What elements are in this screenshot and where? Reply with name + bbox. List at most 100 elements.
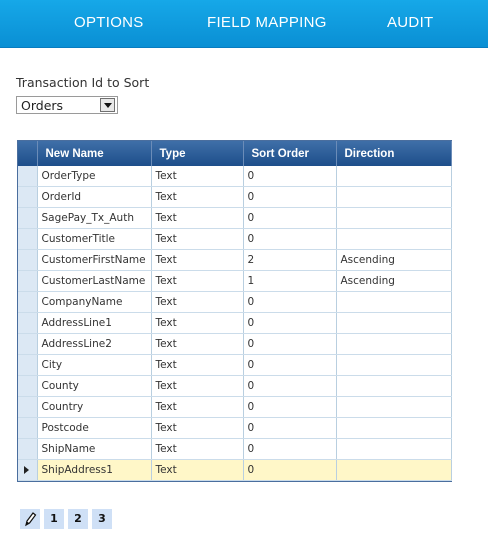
cell-sort-order[interactable]: 2 bbox=[243, 249, 337, 271]
cell-direction[interactable] bbox=[336, 291, 452, 313]
row-selector[interactable] bbox=[18, 417, 38, 439]
cell-new-name[interactable]: SagePay_Tx_Auth bbox=[37, 207, 152, 229]
cell-direction[interactable] bbox=[336, 354, 452, 376]
cell-direction[interactable] bbox=[336, 375, 452, 397]
cell-direction[interactable] bbox=[336, 312, 452, 334]
cell-type[interactable]: Text bbox=[151, 375, 244, 397]
row-selector[interactable] bbox=[18, 375, 38, 397]
cell-type[interactable]: Text bbox=[151, 228, 244, 250]
table-row[interactable]: County Text 0 bbox=[18, 375, 452, 397]
cell-new-name[interactable]: CompanyName bbox=[37, 291, 152, 313]
cell-type[interactable]: Text bbox=[151, 417, 244, 439]
row-selector[interactable] bbox=[18, 438, 38, 460]
cell-new-name[interactable]: Country bbox=[37, 396, 152, 418]
cell-direction[interactable] bbox=[336, 207, 452, 229]
cell-type[interactable]: Text bbox=[151, 333, 244, 355]
cell-direction[interactable]: Ascending bbox=[336, 249, 452, 271]
cell-direction[interactable] bbox=[336, 166, 452, 187]
cell-sort-order[interactable]: 0 bbox=[243, 228, 337, 250]
cell-new-name[interactable]: CustomerFirstName bbox=[37, 249, 152, 271]
cell-new-name[interactable]: City bbox=[37, 354, 152, 376]
cell-direction[interactable] bbox=[336, 459, 452, 481]
row-selector[interactable] bbox=[18, 396, 38, 418]
table-row[interactable]: SagePay_Tx_Auth Text 0 bbox=[18, 207, 452, 229]
chevron-down-icon[interactable] bbox=[100, 98, 115, 112]
cell-direction[interactable] bbox=[336, 417, 452, 439]
table-row[interactable]: AddressLine1 Text 0 bbox=[18, 312, 452, 334]
cell-new-name[interactable]: Postcode bbox=[37, 417, 152, 439]
table-row[interactable]: CustomerLastName Text 1 Ascending bbox=[18, 270, 452, 292]
cell-type[interactable]: Text bbox=[151, 396, 244, 418]
cell-new-name[interactable]: County bbox=[37, 375, 152, 397]
row-selector[interactable] bbox=[18, 228, 38, 250]
cell-sort-order[interactable]: 1 bbox=[243, 270, 337, 292]
row-selector[interactable] bbox=[18, 291, 38, 313]
cell-sort-order[interactable]: 0 bbox=[243, 354, 337, 376]
row-selector[interactable] bbox=[18, 354, 38, 376]
cell-sort-order[interactable]: 0 bbox=[243, 417, 337, 439]
row-selector[interactable] bbox=[18, 459, 38, 481]
cell-new-name[interactable]: ShipName bbox=[37, 438, 152, 460]
tab-audit[interactable]: AUDIT bbox=[387, 14, 434, 31]
cell-sort-order[interactable]: 0 bbox=[243, 312, 337, 334]
column-header-type[interactable]: Type bbox=[151, 141, 244, 166]
cell-type[interactable]: Text bbox=[151, 354, 244, 376]
row-selector[interactable] bbox=[18, 270, 38, 292]
cell-sort-order[interactable]: 0 bbox=[243, 438, 337, 460]
table-row[interactable]: CustomerTitle Text 0 bbox=[18, 228, 452, 250]
cell-direction[interactable] bbox=[336, 438, 452, 460]
cell-sort-order[interactable]: 0 bbox=[243, 166, 337, 187]
cell-type[interactable]: Text bbox=[151, 438, 244, 460]
cell-type[interactable]: Text bbox=[151, 166, 244, 187]
tab-options[interactable]: OPTIONS bbox=[74, 14, 144, 31]
row-selector[interactable] bbox=[18, 333, 38, 355]
cell-direction[interactable] bbox=[336, 228, 452, 250]
cell-new-name[interactable]: OrderId bbox=[37, 186, 152, 208]
column-header-sort-order[interactable]: Sort Order bbox=[243, 141, 337, 166]
pencil-icon[interactable] bbox=[20, 509, 40, 529]
row-selector[interactable] bbox=[18, 312, 38, 334]
table-row[interactable]: OrderType Text 0 bbox=[18, 166, 452, 187]
cell-new-name[interactable]: AddressLine1 bbox=[37, 312, 152, 334]
cell-type[interactable]: Text bbox=[151, 291, 244, 313]
table-row[interactable]: CustomerFirstName Text 2 Ascending bbox=[18, 249, 452, 271]
cell-sort-order[interactable]: 0 bbox=[243, 375, 337, 397]
cell-direction[interactable] bbox=[336, 396, 452, 418]
cell-sort-order[interactable]: 0 bbox=[243, 186, 337, 208]
row-selector[interactable] bbox=[18, 249, 38, 271]
column-header-direction[interactable]: Direction bbox=[336, 141, 452, 166]
table-row[interactable]: AddressLine2 Text 0 bbox=[18, 333, 452, 355]
cell-new-name[interactable]: CustomerLastName bbox=[37, 270, 152, 292]
row-selector[interactable] bbox=[18, 166, 38, 187]
cell-type[interactable]: Text bbox=[151, 459, 244, 481]
table-row[interactable]: CompanyName Text 0 bbox=[18, 291, 452, 313]
table-row[interactable]: ShipAddress1 Text 0 bbox=[18, 459, 452, 481]
column-header-new-name[interactable]: New Name bbox=[37, 141, 152, 166]
table-row[interactable]: City Text 0 bbox=[18, 354, 452, 376]
cell-new-name[interactable]: ShipAddress1 bbox=[37, 459, 152, 481]
cell-type[interactable]: Text bbox=[151, 249, 244, 271]
page-2-button[interactable]: 2 bbox=[68, 509, 88, 529]
tab-field-mapping[interactable]: FIELD MAPPING bbox=[207, 14, 327, 31]
cell-new-name[interactable]: OrderType bbox=[37, 166, 152, 187]
cell-type[interactable]: Text bbox=[151, 186, 244, 208]
page-1-button[interactable]: 1 bbox=[44, 509, 64, 529]
cell-sort-order[interactable]: 0 bbox=[243, 207, 337, 229]
table-row[interactable]: Postcode Text 0 bbox=[18, 417, 452, 439]
cell-direction[interactable] bbox=[336, 333, 452, 355]
cell-type[interactable]: Text bbox=[151, 312, 244, 334]
table-row[interactable]: Country Text 0 bbox=[18, 396, 452, 418]
table-row[interactable]: OrderId Text 0 bbox=[18, 186, 452, 208]
row-selector[interactable] bbox=[18, 207, 38, 229]
cell-direction[interactable]: Ascending bbox=[336, 270, 452, 292]
cell-type[interactable]: Text bbox=[151, 270, 244, 292]
cell-sort-order[interactable]: 0 bbox=[243, 291, 337, 313]
transaction-select[interactable]: Orders bbox=[16, 96, 118, 114]
cell-sort-order[interactable]: 0 bbox=[243, 396, 337, 418]
cell-type[interactable]: Text bbox=[151, 207, 244, 229]
page-3-button[interactable]: 3 bbox=[92, 509, 112, 529]
cell-direction[interactable] bbox=[336, 186, 452, 208]
cell-sort-order[interactable]: 0 bbox=[243, 459, 337, 481]
cell-sort-order[interactable]: 0 bbox=[243, 333, 337, 355]
cell-new-name[interactable]: AddressLine2 bbox=[37, 333, 152, 355]
